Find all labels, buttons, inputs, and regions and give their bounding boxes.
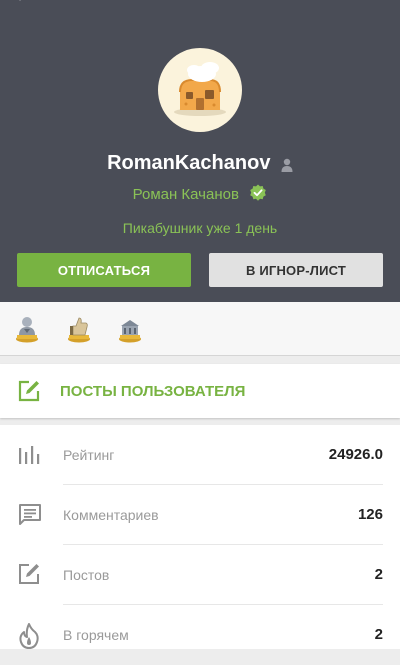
award-bust-icon[interactable]	[14, 315, 40, 343]
user-posts-link[interactable]: ПОСТЫ ПОЛЬЗОВАТЕЛЯ	[0, 364, 400, 418]
ignore-list-button[interactable]: В ИГНОР-ЛИСТ	[209, 253, 383, 287]
member-since: Пикабушник уже 1 день	[122, 220, 278, 236]
flame-icon	[19, 623, 39, 649]
stat-label: Рейтинг	[63, 447, 115, 463]
award-thumbs-up-icon[interactable]	[66, 315, 92, 343]
real-name: Роман Качанов	[132, 186, 239, 203]
verified-badge-icon	[250, 184, 267, 201]
stat-label: В горячем	[63, 627, 129, 643]
unsubscribe-button[interactable]: ОТПИСАТЬСЯ	[17, 253, 191, 287]
comment-icon	[19, 504, 41, 525]
stat-row-rating: Рейтинг 24926.0	[0, 425, 400, 485]
stat-row-posts: Постов 2	[0, 545, 400, 605]
username: RomanKachanov	[107, 152, 271, 174]
stat-value: 24926.0	[328, 446, 383, 463]
username-row: RomanKachanov	[0, 152, 400, 175]
edit-icon	[18, 380, 40, 402]
stat-value: 2	[374, 566, 383, 583]
bar-chart-icon	[19, 446, 40, 464]
stat-value: 2	[374, 626, 383, 643]
back-arrow-icon[interactable]	[14, 0, 36, 10]
house-avatar-icon	[174, 62, 226, 116]
user-posts-label: ПОСТЫ ПОЛЬЗОВАТЕЛЯ	[60, 383, 246, 400]
stats-list: Рейтинг 24926.0 Комментариев 126 Постов …	[0, 425, 400, 649]
edit-icon	[19, 564, 39, 584]
real-name-row: Роман Качанов	[0, 184, 400, 204]
awards-bar	[0, 302, 400, 356]
avatar	[158, 48, 242, 132]
stat-row-hot: В горячем 2	[0, 605, 400, 665]
award-building-icon[interactable]	[117, 315, 143, 343]
stat-row-comments: Комментариев 126	[0, 485, 400, 545]
stat-label: Постов	[63, 567, 110, 583]
stat-value: 126	[357, 506, 383, 523]
profile-header: RomanKachanov Роман Качанов Пикабушник у…	[0, 0, 400, 302]
stat-label: Комментариев	[63, 507, 159, 523]
user-icon	[281, 158, 293, 172]
